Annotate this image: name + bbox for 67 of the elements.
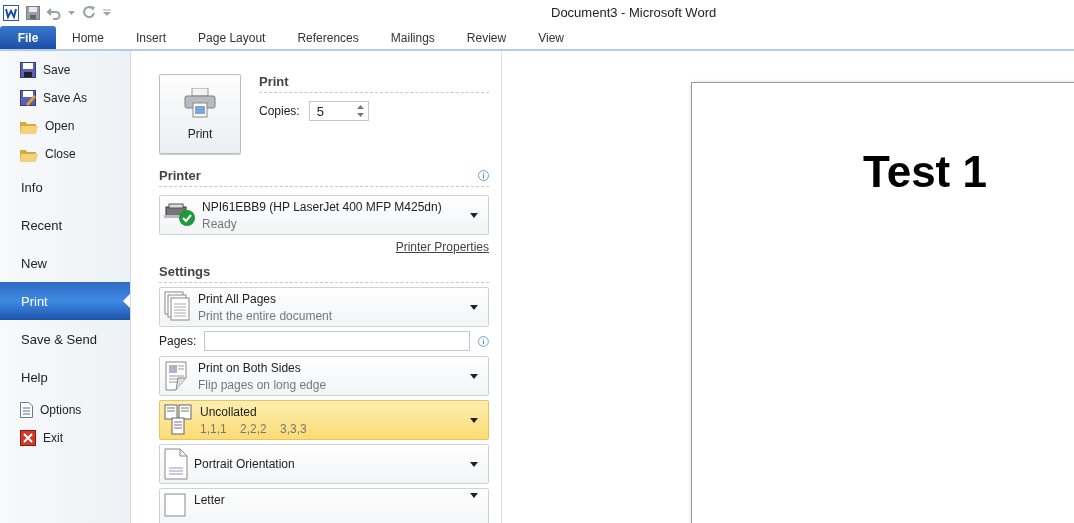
ribbon-tab[interactable]: File [0, 26, 56, 49]
ribbon-tab[interactable]: Review [450, 26, 523, 49]
backstage-tab[interactable]: Info [0, 168, 130, 206]
dropdown-arrow-icon [470, 493, 478, 498]
menu-item[interactable]: Close [0, 140, 130, 168]
save-icon [20, 62, 36, 78]
backstage-tab[interactable]: Help [0, 358, 130, 396]
menu-item[interactable]: Save As [0, 84, 130, 112]
word-logo-icon[interactable] [3, 4, 19, 21]
menu-item-label: Save [43, 63, 71, 77]
backstage-tab[interactable]: Recent [0, 206, 130, 244]
settings-dropdown[interactable]: Print on Both Sides Flip pages on long edge [159, 356, 489, 396]
page-icon [164, 448, 188, 480]
printer-properties-link[interactable]: Printer Properties [395, 240, 489, 254]
print-button[interactable]: Print [159, 74, 241, 154]
pages-label: Pages: [159, 334, 197, 348]
menu-item[interactable]: Open [0, 112, 130, 140]
menu-item-label: Open [45, 119, 75, 133]
ribbon-tab[interactable]: View [522, 26, 580, 49]
menu-item[interactable]: Options [0, 396, 130, 424]
section-heading: Printer [159, 168, 201, 183]
document-heading: Test 1 [862, 147, 988, 197]
dropdown-arrow-icon [470, 212, 478, 218]
close-icon [20, 430, 36, 446]
printer-ready-icon [164, 203, 196, 227]
dropdown-caret-icon[interactable] [68, 10, 75, 15]
ribbon-tab[interactable]: Home [56, 26, 120, 49]
dropdown-arrow-icon [470, 417, 478, 423]
window-title: Document3 - Microsoft Word [551, 5, 717, 20]
settings-dropdown[interactable]: Uncollated 1,1,1 2,2,2 3,3,3 [159, 400, 489, 440]
settings-dropdown[interactable]: Letter [159, 488, 489, 523]
menu-item[interactable]: Save [0, 56, 130, 84]
customize-menu-icon[interactable] [103, 8, 111, 17]
info-icon[interactable] [478, 335, 489, 347]
backstage-tab[interactable]: Print [0, 282, 130, 320]
undo-icon[interactable] [47, 5, 61, 20]
menu-item[interactable]: Exit [0, 424, 130, 452]
pages-field[interactable] [204, 331, 471, 351]
backstage-tab[interactable]: New [0, 244, 130, 282]
section-heading: Settings [159, 264, 489, 283]
dropdown-arrow-icon [470, 461, 478, 467]
printer-dropdown[interactable]: NPI61EBB9 (HP LaserJet 400 MFP M425dn) Ready [159, 195, 489, 235]
save-as-icon [20, 90, 36, 106]
settings-dropdown[interactable]: Portrait Orientation [159, 444, 489, 484]
ribbon-tab[interactable]: Mailings [374, 26, 451, 49]
pages-icon [164, 291, 192, 323]
copies-label: Copies: [259, 104, 300, 118]
section-heading: Print [259, 74, 489, 93]
ribbon-tab[interactable]: Insert [120, 26, 183, 49]
backstage-tab[interactable]: Save & Send [0, 320, 130, 358]
menu-item-label: Close [45, 147, 76, 161]
redo-icon[interactable] [82, 5, 96, 20]
copies-spinner[interactable]: 5 [308, 101, 369, 121]
dropdown-arrow-icon [470, 373, 478, 379]
dropdown-arrow-icon [470, 304, 478, 310]
collate-icon [164, 404, 194, 436]
menu-item-label: Save As [43, 91, 88, 105]
menu-item-label: Options [40, 403, 82, 417]
printer-icon [184, 87, 216, 118]
info-icon[interactable] [478, 170, 489, 181]
document-options-icon [20, 402, 33, 418]
ribbon-tab[interactable]: References [281, 26, 375, 49]
settings-dropdown[interactable]: Print All Pages Print the entire document [159, 287, 489, 327]
blank-page-icon [164, 493, 188, 517]
menu-item-label: Exit [43, 431, 63, 445]
ribbon-tab[interactable]: Page Layout [182, 26, 282, 49]
save-icon[interactable] [26, 5, 40, 20]
